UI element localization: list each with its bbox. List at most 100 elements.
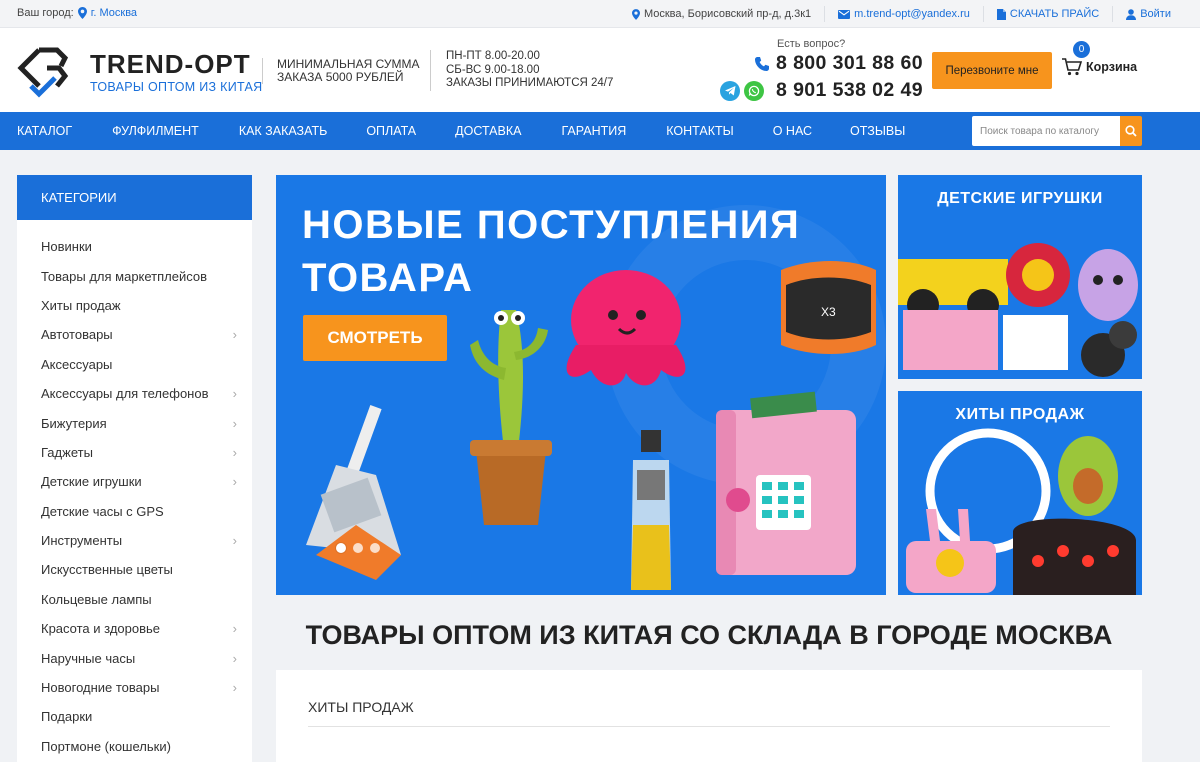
chevron-right-icon: ›	[232, 386, 237, 402]
nav-item-fulfillment[interactable]: Фулфилмент	[112, 124, 199, 138]
sidebar-item-label: Аксессуары	[41, 356, 113, 372]
sidebar-item[interactable]: Кольцевые лампы	[17, 585, 252, 614]
hits-section: Хиты продаж	[276, 670, 1142, 762]
sidebar-item-label: Портмоне (кошельки)	[41, 738, 171, 754]
nav-item-catalog[interactable]: Каталог	[17, 124, 72, 138]
envelope-icon	[838, 9, 851, 19]
sidebar-item[interactable]: Автотовары ›	[17, 320, 252, 349]
min-order-line2: ЗАКАЗА 5000 РУБЛЕЙ	[277, 70, 404, 84]
side-banner-toys[interactable]: ДЕТСКИЕ ИГРУШКИ	[898, 175, 1142, 379]
top-bar: Ваш город: г. Москва Москва, Борисовский…	[0, 0, 1200, 28]
main-banner[interactable]: НОВЫЕ ПОСТУПЛЕНИЯ ТОВАРА СМОТРЕТЬ X3	[276, 175, 886, 595]
site-header: TREND-OPT ТОВАРЫ ОПТОМ ИЗ КИТАЯ МИНИМАЛЬ…	[0, 28, 1200, 112]
sidebar-item[interactable]: Аксессуары	[17, 350, 252, 379]
chevron-right-icon: ›	[232, 680, 237, 696]
city-link[interactable]: г. Москва	[91, 7, 137, 19]
nav-item-payment[interactable]: Оплата	[366, 124, 416, 138]
sidebar-item-label: Хиты продаж	[41, 297, 121, 313]
email-item[interactable]: m.trend-opt@yandex.ru	[824, 6, 983, 22]
sidebar-item[interactable]: Новогодние товары ›	[17, 673, 252, 702]
sidebar-item-label: Новинки	[41, 239, 92, 255]
sidebar-item[interactable]: Хиты продаж	[17, 291, 252, 320]
sidebar-item-label: Товары для маркетплейсов	[41, 268, 208, 284]
sidebar-item[interactable]: Новинки	[17, 232, 252, 261]
banner-dot-2[interactable]	[353, 543, 363, 553]
document-icon	[996, 8, 1006, 20]
hits-section-divider	[308, 726, 1110, 727]
price-download-link[interactable]: СКАЧАТЬ ПРАЙС	[1010, 8, 1099, 20]
nav-item-how-to-order[interactable]: Как заказать	[239, 124, 328, 138]
whatsapp-icon[interactable]	[744, 80, 764, 101]
sidebar-item-label: Подарки	[41, 709, 93, 725]
telegram-icon[interactable]	[720, 80, 740, 101]
category-sidebar: Категории Новинки Товары для маркетплейсо…	[17, 175, 252, 762]
search-input[interactable]	[972, 116, 1120, 146]
svg-text:X3: X3	[821, 305, 836, 319]
page-heading: ТОВАРЫ ОПТОМ ИЗ КИТАЯ СО СКЛАДА В ГОРОДЕ…	[305, 620, 1113, 650]
sidebar-item[interactable]: Бижутерия ›	[17, 408, 252, 437]
banner-dot-1[interactable]	[336, 543, 346, 553]
cart-count-badge: 0	[1073, 41, 1090, 58]
phone-row-2: 8 901 538 02 49	[720, 77, 925, 104]
phone-number-1[interactable]: 8 800 301 88 60	[776, 52, 923, 75]
sidebar-item-label: Инструменты	[41, 533, 123, 549]
brand-name: TREND-OPT	[90, 49, 251, 79]
question-label: Есть вопрос?	[777, 38, 846, 50]
banner-dot-3[interactable]	[370, 543, 380, 553]
cart-label: Корзина	[1086, 60, 1138, 74]
address-item: Москва, Борисовский пр-д, д.3к1	[619, 6, 824, 22]
hours-weekdays: ПН-ПТ 8.00-20.00	[446, 50, 540, 62]
email-link[interactable]: m.trend-opt@yandex.ru	[854, 8, 970, 20]
brand[interactable]: TREND-OPT ТОВАРЫ ОПТОМ ИЗ КИТАЯ	[90, 50, 262, 94]
nav-item-contacts[interactable]: Контакты	[666, 124, 733, 138]
sidebar-item[interactable]: Гаджеты ›	[17, 438, 252, 467]
chevron-right-icon: ›	[232, 474, 237, 490]
location-pin-icon	[77, 7, 87, 19]
sidebar-item[interactable]: Товары для маркетплейсов	[17, 261, 252, 290]
sidebar-item[interactable]: Аксессуары для телефонов ›	[17, 379, 252, 408]
chevron-right-icon: ›	[232, 650, 237, 666]
chevron-right-icon: ›	[232, 533, 237, 549]
banner-pagination	[336, 543, 380, 553]
sidebar-item-label: Аксессуары для телефонов	[41, 386, 209, 402]
hits-image	[906, 428, 1137, 595]
nav-item-delivery[interactable]: Доставка	[455, 124, 521, 138]
nav-item-about[interactable]: О нас	[773, 124, 812, 138]
logo-icon[interactable]	[17, 46, 69, 98]
sidebar-item-label: Гаджеты	[41, 444, 93, 460]
sidebar-item-label: Бижутерия	[41, 415, 107, 431]
location-pin-icon	[631, 8, 640, 20]
hits-section-title: Хиты продаж	[308, 699, 414, 715]
sidebar-item[interactable]: Детские часы с GPS	[17, 497, 252, 526]
search-button[interactable]	[1120, 116, 1142, 146]
nav-item-guarantee[interactable]: Гарантия	[561, 124, 626, 138]
cart-button[interactable]: 0 Корзина	[1062, 41, 1138, 76]
sidebar-item[interactable]: Подарки	[17, 702, 252, 731]
banner-products-image: X3	[306, 261, 876, 590]
chevron-right-icon: ›	[232, 444, 237, 460]
sidebar-item[interactable]: Наручные часы ›	[17, 643, 252, 672]
address-text: Москва, Борисовский пр-д, д.3к1	[643, 8, 812, 20]
min-order-info: МИНИМАЛЬНАЯ СУММА ЗАКАЗА 5000 РУБЛЕЙ	[262, 58, 419, 84]
sidebar-item-label: Новогодние товары	[41, 680, 160, 696]
chevron-right-icon: ›	[232, 621, 237, 637]
sidebar-item[interactable]: Портмоне (кошельки)	[17, 732, 252, 761]
price-download[interactable]: СКАЧАТЬ ПРАЙС	[982, 6, 1112, 22]
sidebar-item-label: Детские игрушки	[41, 474, 142, 490]
callback-button[interactable]: Перезвоните мне	[932, 52, 1052, 89]
login-link[interactable]: Войти	[1140, 8, 1171, 20]
search-form	[972, 116, 1142, 146]
login[interactable]: Войти	[1112, 6, 1184, 22]
city-selector[interactable]: Ваш город: г. Москва	[17, 7, 137, 19]
phone-number-2[interactable]: 8 901 538 02 49	[776, 79, 923, 102]
sidebar-item-label: Искусственные цветы	[41, 562, 173, 578]
sidebar-item-label: Автотовары	[41, 327, 113, 343]
search-icon	[1125, 125, 1137, 137]
sidebar-item[interactable]: Искусственные цветы	[17, 555, 252, 584]
sidebar-item[interactable]: Красота и здоровье ›	[17, 614, 252, 643]
sidebar-item[interactable]: Инструменты ›	[17, 526, 252, 555]
nav-item-reviews[interactable]: Отзывы	[850, 124, 905, 138]
sidebar-item-label: Наручные часы	[41, 650, 136, 666]
sidebar-item[interactable]: Детские игрушки ›	[17, 467, 252, 496]
side-banner-hits[interactable]: ХИТЫ ПРОДАЖ	[898, 391, 1142, 595]
